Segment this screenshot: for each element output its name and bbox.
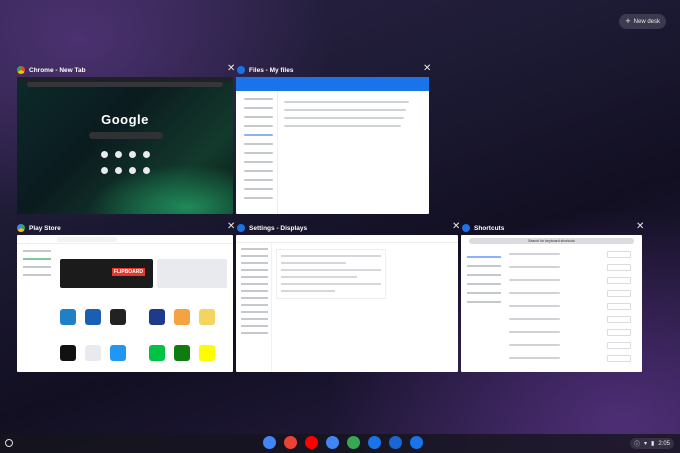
chrome-icon bbox=[17, 66, 25, 74]
play-sidebar bbox=[17, 244, 55, 372]
files-icon bbox=[237, 66, 245, 74]
close-chrome-button[interactable]: ✕ bbox=[227, 64, 235, 74]
settings-sidebar bbox=[236, 243, 272, 372]
window-title-label: Files - My files bbox=[249, 66, 294, 74]
window-title-shortcuts[interactable]: Shortcuts bbox=[462, 222, 504, 234]
chrome-window-preview[interactable]: Google bbox=[17, 77, 233, 214]
shortcut-list bbox=[509, 251, 636, 370]
window-title-files[interactable]: Files - My files bbox=[237, 64, 293, 76]
close-files-button[interactable]: ✕ bbox=[423, 64, 431, 74]
youtube-icon[interactable] bbox=[305, 436, 318, 449]
shelf: ⓘ ▾ ▮ 2:05 bbox=[0, 434, 680, 453]
settings-icon bbox=[237, 224, 245, 232]
omnibox bbox=[27, 82, 223, 87]
shortcuts-window-preview[interactable]: Search for keyboard shortcuts bbox=[461, 235, 642, 372]
info-icon: ⓘ bbox=[633, 442, 640, 448]
new-desk-button[interactable]: + New desk bbox=[619, 14, 666, 29]
play-store-window-preview[interactable]: FLIPBOARD bbox=[17, 235, 233, 372]
files-window-preview[interactable] bbox=[236, 77, 429, 214]
play-store-icon bbox=[17, 224, 25, 232]
shortcut-tiles bbox=[101, 151, 155, 174]
settings-window-preview[interactable] bbox=[236, 235, 458, 372]
google-search-box bbox=[89, 132, 163, 139]
window-title-label: Settings - Displays bbox=[249, 224, 308, 232]
play-search bbox=[57, 237, 117, 242]
window-title-label: Play Store bbox=[29, 224, 61, 232]
shortcut-search: Search for keyboard shortcuts bbox=[469, 238, 634, 244]
files-toolbar bbox=[236, 77, 429, 91]
play-store-icon[interactable] bbox=[347, 436, 360, 449]
featured-banner: FLIPBOARD bbox=[60, 259, 153, 288]
files-sidebar bbox=[236, 91, 278, 214]
gmail-icon[interactable] bbox=[284, 436, 297, 449]
clock: 2:05 bbox=[658, 440, 670, 447]
close-play-button[interactable]: ✕ bbox=[227, 222, 235, 232]
close-settings-button[interactable]: ✕ bbox=[452, 222, 460, 232]
launcher-button[interactable] bbox=[5, 439, 13, 447]
close-shortcuts-button[interactable]: ✕ bbox=[636, 222, 644, 232]
status-tray[interactable]: ⓘ ▾ ▮ 2:05 bbox=[629, 438, 674, 449]
secondary-banner bbox=[157, 259, 227, 288]
settings-icon[interactable] bbox=[410, 436, 423, 449]
file-list bbox=[284, 101, 423, 133]
files-icon[interactable] bbox=[368, 436, 381, 449]
wifi-icon: ▾ bbox=[643, 441, 647, 447]
settings-header bbox=[236, 235, 458, 243]
shortcuts-sidebar bbox=[461, 249, 505, 372]
app-grid-left bbox=[60, 309, 126, 361]
window-title-label: Chrome - New Tab bbox=[29, 66, 86, 74]
display-settings-card bbox=[276, 249, 386, 299]
battery-icon: ▮ bbox=[651, 441, 655, 447]
flipboard-label: FLIPBOARD bbox=[111, 268, 145, 276]
new-desk-label: New desk bbox=[633, 18, 660, 25]
shortcuts-icon bbox=[462, 224, 470, 232]
play-header bbox=[17, 235, 233, 244]
docs-icon[interactable] bbox=[326, 436, 339, 449]
window-title-play[interactable]: Play Store bbox=[17, 222, 61, 234]
google-logo: Google bbox=[101, 112, 149, 127]
window-title-settings[interactable]: Settings - Displays bbox=[237, 222, 307, 234]
pinned-apps bbox=[263, 436, 423, 449]
plus-icon: + bbox=[625, 16, 631, 26]
window-title-chrome[interactable]: Chrome - New Tab bbox=[17, 64, 86, 76]
chrome-icon[interactable] bbox=[263, 436, 276, 449]
app-grid-right bbox=[149, 309, 215, 361]
window-title-label: Shortcuts bbox=[474, 224, 505, 232]
camera-icon[interactable] bbox=[389, 436, 402, 449]
